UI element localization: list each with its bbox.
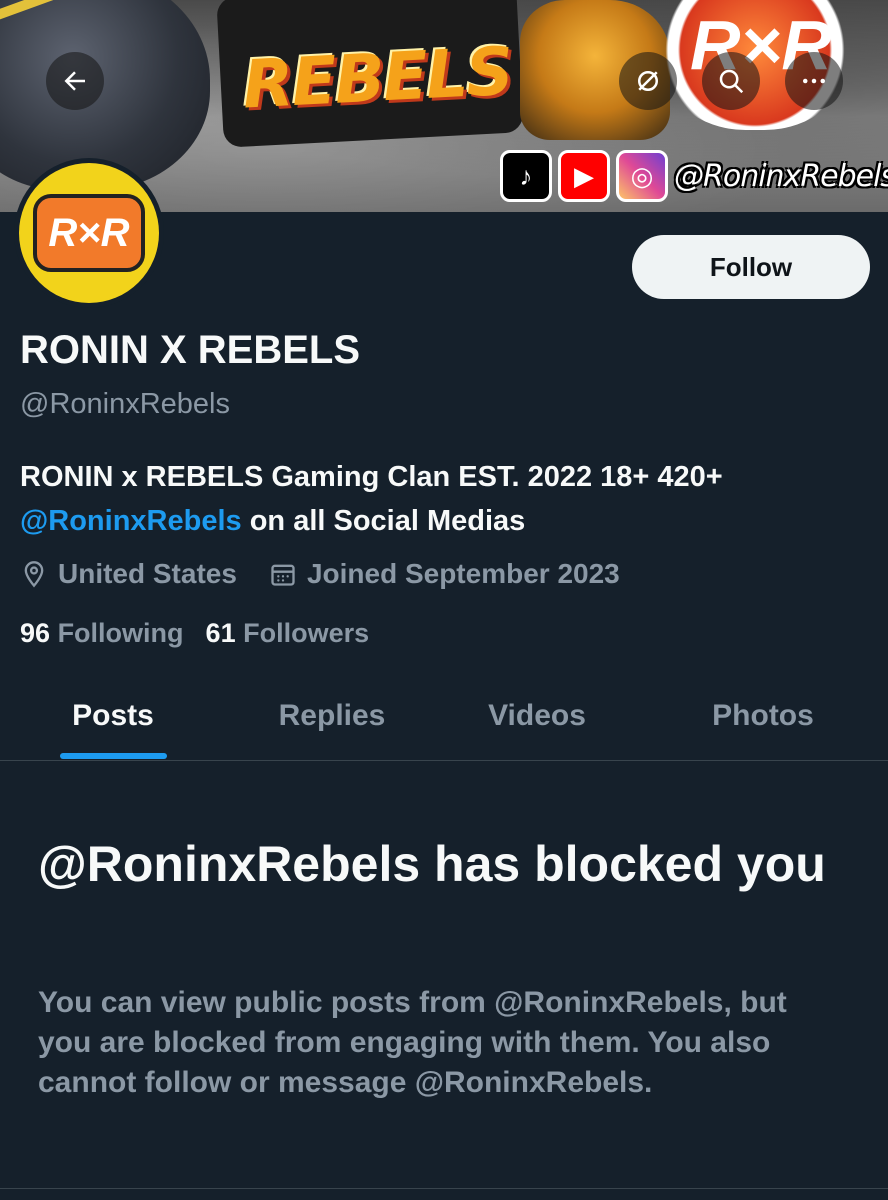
avatar[interactable]: R×R — [14, 158, 164, 308]
profile-meta: United States Joined September 2023 — [20, 558, 620, 590]
following-label: Following — [57, 618, 184, 648]
tab-replies[interactable]: Replies — [252, 672, 412, 760]
profile-name: RONIN X REBELS — [20, 328, 361, 372]
tiktok-icon: ♪ — [500, 150, 552, 202]
eye-slash-icon — [638, 71, 658, 91]
banner-logo-text: REBELS — [240, 32, 514, 124]
hide-button[interactable] — [619, 52, 677, 110]
active-tab-indicator — [60, 753, 167, 759]
instagram-icon: ◎ — [616, 150, 668, 202]
search-button[interactable] — [702, 52, 760, 110]
banner-logo: REBELS — [216, 0, 524, 148]
profile-stats: 96 Following 61 Followers — [20, 618, 369, 649]
avatar-image: R×R — [19, 163, 159, 303]
location-text: United States — [58, 558, 237, 589]
joined-text: Joined September 2023 — [306, 558, 620, 589]
banner-social-handle: @RoninxRebels — [674, 158, 888, 194]
youtube-icon: ▶ — [558, 150, 610, 202]
tab-photos[interactable]: Photos — [686, 672, 840, 760]
followers-link[interactable]: 61 Followers — [206, 618, 370, 649]
follow-button[interactable]: Follow — [632, 235, 870, 299]
tab-posts[interactable]: Posts — [40, 672, 186, 760]
profile-tabs: Posts Replies Videos Photos — [0, 672, 888, 761]
followers-label: Followers — [243, 618, 370, 648]
profile-handle: @RoninxRebels — [20, 388, 230, 420]
bio-suffix: on all Social Medias — [241, 505, 526, 537]
bio-mention-link[interactable]: @RoninxRebels — [20, 505, 242, 537]
divider — [0, 1188, 888, 1189]
banner-social-row: ♪ ▶ ◎ @RoninxRebels — [500, 150, 888, 202]
back-button[interactable] — [46, 52, 104, 110]
bio-text: RONIN x REBELS Gaming Clan EST. 2022 18+… — [20, 461, 723, 493]
blocked-title: @RoninxRebels has blocked you — [38, 836, 826, 892]
blocked-message: You can view public posts from @RoninxRe… — [38, 986, 787, 1099]
following-count: 96 — [20, 618, 51, 648]
followers-count: 61 — [205, 618, 236, 648]
following-link[interactable]: 96 Following — [20, 618, 184, 649]
tab-videos[interactable]: Videos — [462, 672, 612, 760]
calendar-icon — [271, 564, 295, 586]
profile-bio: RONIN x REBELS Gaming Clan EST. 2022 18+… — [20, 455, 870, 543]
avatar-logo: R×R — [33, 194, 145, 272]
location-icon — [24, 561, 44, 588]
more-icon — [803, 78, 825, 84]
more-button[interactable] — [785, 52, 843, 110]
location-item: United States — [20, 558, 237, 590]
back-arrow-icon — [64, 71, 85, 91]
joined-item: Joined September 2023 — [269, 558, 620, 590]
search-icon — [719, 69, 744, 94]
